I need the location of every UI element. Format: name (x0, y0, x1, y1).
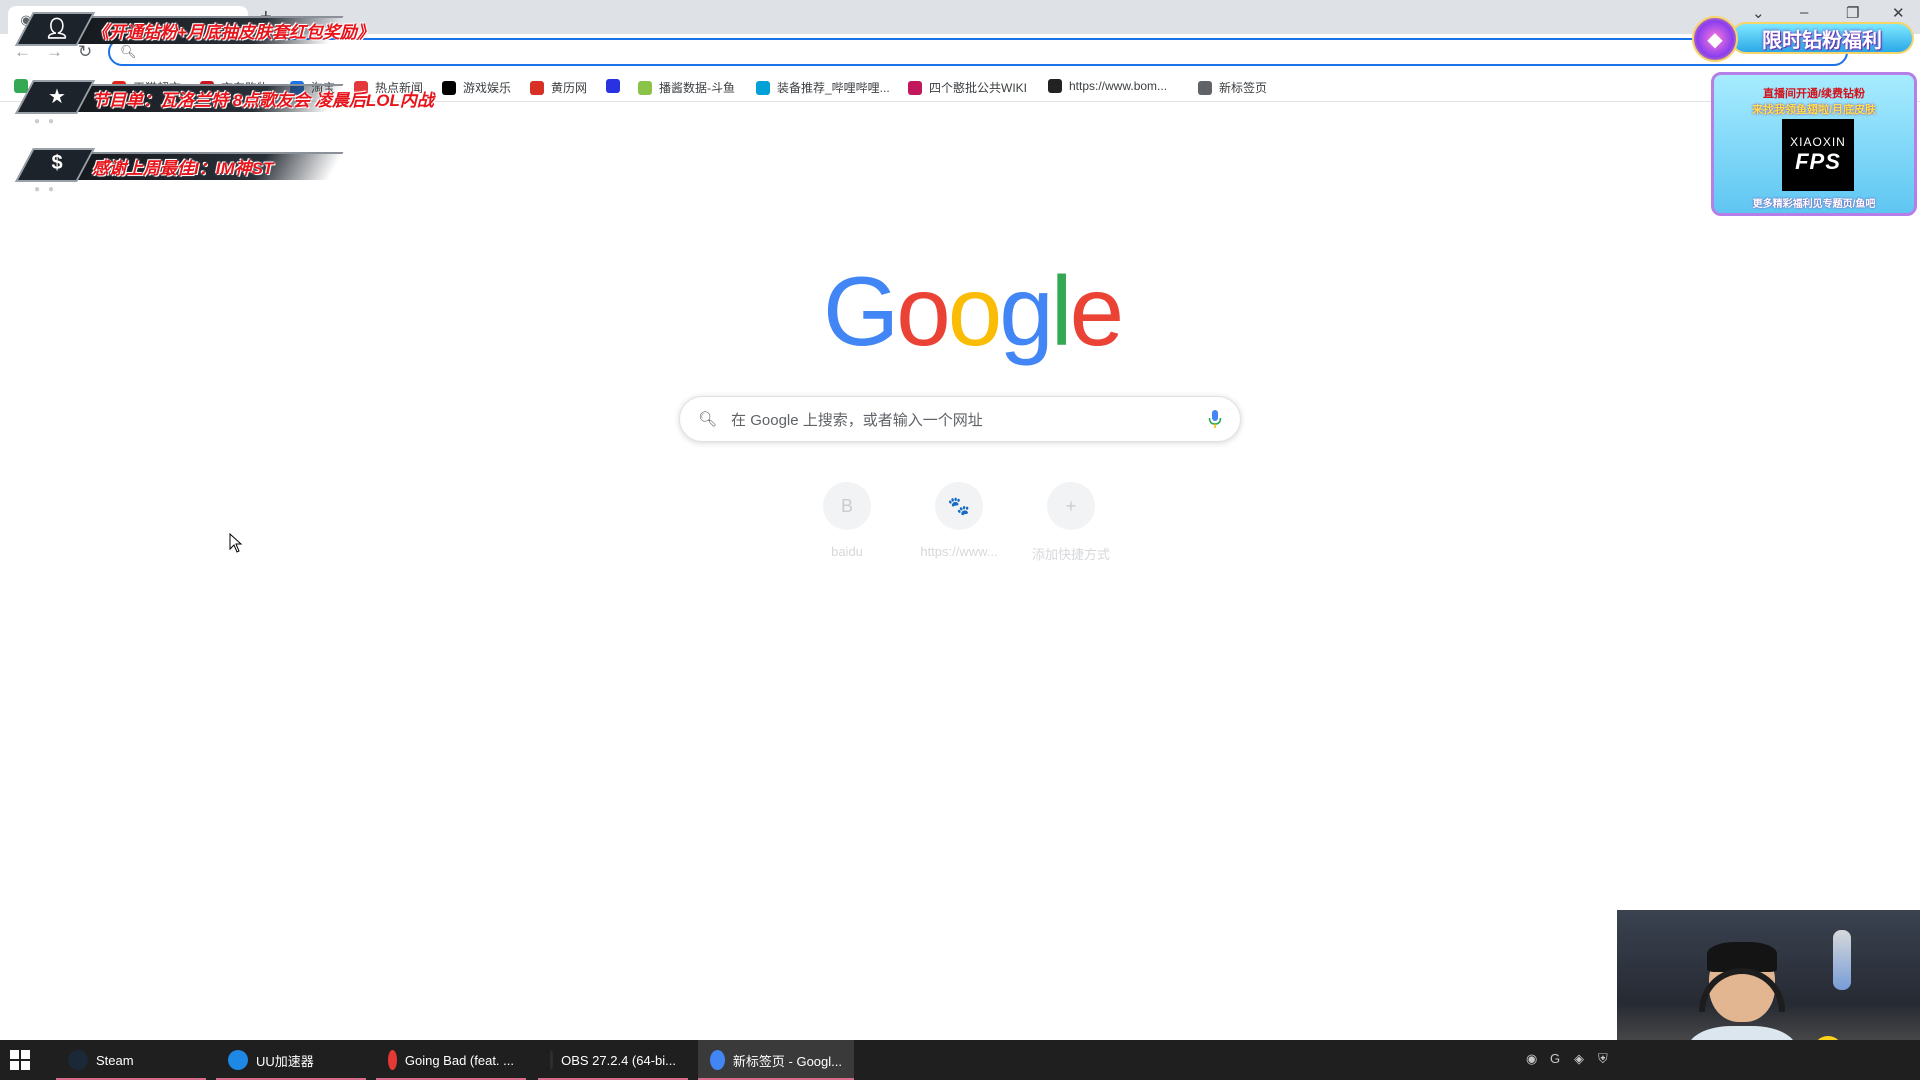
add-shortcut-icon: + (1047, 482, 1095, 530)
windows-start-icon[interactable] (10, 1050, 30, 1070)
taskbar-item[interactable]: Steam (56, 1040, 206, 1080)
bookmark-item[interactable]: 新标签页 (1198, 79, 1267, 96)
logo-letter: o (896, 256, 950, 366)
bom-icon (1048, 79, 1062, 93)
obs-icon (550, 1050, 554, 1070)
steam-icon (68, 1050, 88, 1070)
overlay-banner-3: $ 感谢上周最佳I：IM神ST (8, 146, 344, 182)
wiki-icon (908, 80, 922, 95)
user-icon: 👤︎ (44, 18, 70, 40)
globe-icon (1198, 80, 1212, 95)
shortcut-label: https://www... (920, 544, 998, 559)
overlay-dots: ●● (34, 184, 63, 195)
bookmark-label: 播酱数据-斗鱼 (659, 81, 735, 95)
taskbar: Steam UU加速器 Going Bad (feat. ... OBS 27.2.4… (0, 1040, 1920, 1080)
bookmark-label: 游戏娱乐 (463, 81, 512, 95)
overlay-banner-2-text: 节目单：瓦洛兰特 8点歌友会 凌晨后LOL内战 (92, 91, 434, 110)
promo-title: 限时钻粉福利 (1730, 22, 1914, 54)
omnibox-search-icon: 🔍︎ (120, 44, 137, 59)
address-input[interactable] (144, 44, 1846, 60)
taskbar-item-label: UU加速器 (256, 1053, 314, 1069)
taskbar-item-label: Steam (96, 1052, 134, 1068)
overlay-dots: ●● (34, 116, 63, 127)
promo-panel: 直播间开通/续费钻粉 来找我领鱼翅啦/月底皮肤 XIAOXIN FPS 更多精彩… (1711, 72, 1917, 216)
bookmark-item[interactable]: 游戏娱乐 (442, 79, 511, 96)
search-placeholder: 在 Google 上搜索，或者输入一个网址 (731, 411, 983, 429)
promo-brand-top: XIAOXIN (1790, 135, 1846, 149)
bookmark-item[interactable]: 四个憨批公共WIKI (908, 79, 1027, 96)
bookmark-item[interactable] (606, 79, 627, 93)
taskbar-item-label: Going Bad (feat. ... (404, 1052, 514, 1068)
google-search-box[interactable]: 🔍︎ 在 Google 上搜索，或者输入一个网址 (679, 396, 1241, 442)
shortcut-tile[interactable]: Bbaidu (791, 482, 903, 559)
shortcut-label: baidu (831, 544, 863, 559)
overlay-banner-3-text: 感谢上周最佳I：IM神ST (92, 159, 274, 178)
bilibili-icon (756, 80, 770, 95)
xiaoxin-fps-logo: XIAOXIN FPS (1782, 119, 1854, 191)
bookmark-label: 黄历网 (551, 81, 588, 95)
logo-letter: G (823, 256, 899, 366)
taskbar-item[interactable]: OBS 27.2.4 (64-bi... (538, 1040, 688, 1080)
taskbar-item[interactable]: 新标签页 - Googl... (698, 1040, 854, 1080)
promo-brand-bottom: FPS (1795, 149, 1841, 174)
calendar-icon (530, 80, 544, 95)
promo-line-1: 直播间开通/续费钻粉 (1762, 88, 1866, 100)
logo-letter: e (1069, 256, 1124, 366)
logo-letter: g (999, 256, 1053, 366)
bookmark-item[interactable]: 黄历网 (530, 79, 587, 96)
douyu-data-icon (638, 80, 652, 95)
promo-line-3: 更多精彩福利见专题页/鱼吧 (1752, 199, 1876, 210)
shortcut-tile[interactable]: + 添加快捷方式 (1015, 482, 1127, 563)
bookmark-item[interactable]: https://www.bom... (1048, 79, 1167, 93)
taskbar-item[interactable]: UU加速器 (216, 1040, 366, 1080)
baidu-icon (606, 79, 620, 93)
lamp (1833, 930, 1851, 990)
promo-line-2: 来找我领鱼翅啦/月底皮肤 (1751, 104, 1877, 116)
overlay-banner-2: ★ 节目单：瓦洛兰特 8点歌友会 凌晨后LOL内战 (8, 78, 434, 114)
dollar-icon: $ (51, 152, 63, 174)
promo-banner: 限时钻粉福利 ◆ (1692, 16, 1916, 62)
taskbar-item[interactable]: Going Bad (feat. ... (376, 1040, 526, 1080)
taskbar-item-label: 新标签页 - Googl... (732, 1053, 842, 1069)
tray-network-icon[interactable]: ◉ (1526, 1051, 1537, 1067)
shortcut-tile[interactable]: 🐾 https://www... (903, 482, 1015, 559)
logo-letter: l (1050, 256, 1073, 366)
shortcut-label: 添加快捷方式 (1031, 547, 1110, 562)
google-logo: Google (823, 262, 1124, 360)
tray-nvidia-icon[interactable]: ◈ (1574, 1051, 1584, 1067)
bookmark-label: 四个憨批公共WIKI (929, 81, 1027, 95)
logo-letter: o (947, 256, 1002, 366)
game-icon (442, 80, 456, 95)
microphone-icon[interactable] (1208, 409, 1222, 429)
diamond-icon: ◆ (1692, 16, 1738, 62)
shortcut-icon: 🐾 (935, 482, 983, 530)
bookmark-label: 装备推荐_哔哩哔哩... (777, 81, 890, 95)
overlay-banner-1-text: 《开通钻粉+月底抽皮肤套红包奖励》 (92, 23, 374, 42)
bookmark-item[interactable]: 播酱数据-斗鱼 (638, 79, 735, 96)
taskbar-item-label: OBS 27.2.4 (64-bi... (561, 1052, 676, 1068)
bookmark-label: 新标签页 (1219, 81, 1268, 95)
tray-app-icon[interactable]: G (1550, 1051, 1560, 1066)
mouse-cursor-icon (229, 533, 243, 553)
chrome-icon (710, 1050, 725, 1070)
star-icon: ★ (48, 86, 66, 108)
shortcut-icon: B (823, 482, 871, 530)
uu-icon (228, 1050, 248, 1070)
netease-music-icon (388, 1050, 397, 1070)
tray-shield-icon[interactable]: ⛨ (1598, 1051, 1608, 1067)
search-icon: 🔍︎ (698, 411, 718, 428)
bookmark-item[interactable]: 装备推荐_哔哩哔哩... (756, 79, 890, 96)
overlay-banner-1: 👤︎ 《开通钻粉+月底抽皮肤套红包奖励》 (8, 10, 374, 46)
bookmark-label: https://www.bom... (1069, 79, 1168, 93)
